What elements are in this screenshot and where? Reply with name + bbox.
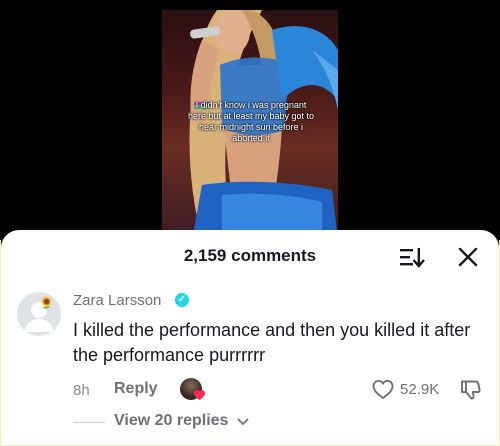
sunflower-icon: 🌻 bbox=[39, 296, 54, 310]
close-icon[interactable] bbox=[456, 245, 480, 269]
chevron-down-icon[interactable] bbox=[237, 417, 249, 427]
video-thumbnail[interactable]: I didn't know i was pregnant here but at… bbox=[162, 10, 338, 240]
view-replies-button[interactable]: View 20 replies bbox=[114, 412, 228, 430]
dislike-icon[interactable] bbox=[459, 379, 481, 401]
reply-button[interactable]: Reply bbox=[114, 380, 158, 398]
verified-badge-icon: ✓ bbox=[175, 293, 189, 307]
comment-time: 8h bbox=[73, 382, 90, 399]
comments-header: 2,159 comments bbox=[1, 230, 499, 282]
comment-author[interactable]: Zara Larsson bbox=[73, 292, 161, 309]
replies-divider bbox=[73, 422, 105, 423]
creator-heart-icon bbox=[194, 390, 205, 401]
sort-icon[interactable] bbox=[399, 246, 425, 268]
video-caption: I didn't know i was pregnant here but at… bbox=[187, 100, 315, 143]
video-area: I didn't know i was pregnant here but at… bbox=[0, 0, 500, 240]
like-count: 52.9K bbox=[400, 381, 440, 398]
avatar[interactable]: 🌻 bbox=[17, 292, 61, 336]
heart-icon[interactable] bbox=[372, 379, 394, 400]
comment-text: I killed the performance and then you ki… bbox=[73, 320, 471, 365]
comments-sheet: 2,159 comments 🌻 Zara Larsson ✓ I killed… bbox=[1, 230, 499, 445]
